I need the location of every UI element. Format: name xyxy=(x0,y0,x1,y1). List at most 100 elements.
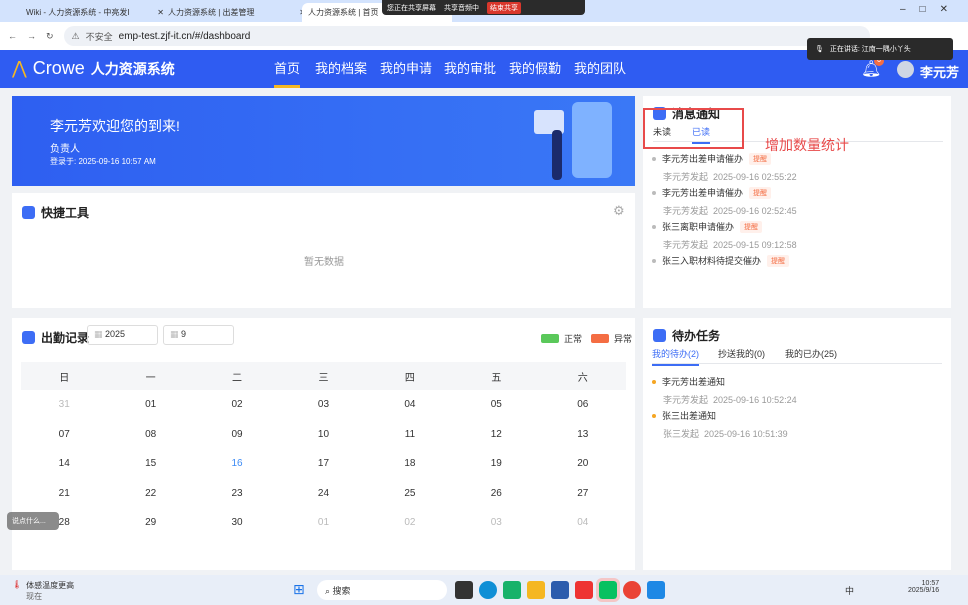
chrome-icon[interactable] xyxy=(623,581,641,599)
weekday-header: 二 xyxy=(193,362,281,390)
message-time: 2025-09-16 02:55:22 xyxy=(713,172,797,182)
calendar-day[interactable]: 05 xyxy=(453,390,539,420)
browser-tab[interactable]: 人力资源系统 | 出差管理✕ xyxy=(162,3,312,22)
tab-done[interactable]: 我的已办(25) xyxy=(785,347,837,360)
back-icon[interactable]: ← xyxy=(8,31,17,41)
mic-icon: 🎙 xyxy=(815,46,824,53)
wechat-icon[interactable] xyxy=(596,578,620,602)
message-from: 李元芳发起 xyxy=(663,206,709,216)
logo[interactable]: ⋀ Crowe 人力资源系统 xyxy=(12,58,175,79)
speaking-indicator: 🎙 正在讲话: 江南一隅小丫头 xyxy=(807,38,953,60)
calendar-week: 28 29 30 01 02 03 04 xyxy=(21,508,626,538)
calendar-day[interactable]: 04 xyxy=(540,508,626,538)
edge-icon[interactable] xyxy=(479,581,497,599)
thermometer-icon: 🌡 xyxy=(12,580,23,589)
calendar-day[interactable]: 01 xyxy=(107,390,193,420)
calendar-day[interactable]: 25 xyxy=(367,479,453,509)
message-item[interactable]: 张三离职申请催办 提醒 李元芳发起 2025-09-15 09:12:58 xyxy=(652,220,797,251)
calendar-day[interactable]: 21 xyxy=(21,479,107,509)
calendar-day[interactable]: 02 xyxy=(367,508,453,538)
message-item[interactable]: 李元芳出差申请催办 提醒 李元芳发起 2025-09-16 02:55:22 xyxy=(652,152,797,183)
calendar-day[interactable]: 01 xyxy=(280,508,366,538)
folder-icon[interactable] xyxy=(527,581,545,599)
terminal-icon[interactable] xyxy=(455,581,473,599)
nav-team[interactable]: 我的团队 xyxy=(574,50,626,88)
calendar-icon xyxy=(22,331,35,344)
weekday-header: 一 xyxy=(107,362,194,390)
todo-title: 李元芳出差通知 xyxy=(662,377,726,387)
settings-icon[interactable]: ⚙ xyxy=(613,203,625,219)
nav-profile[interactable]: 我的档案 xyxy=(315,50,367,88)
calendar-day[interactable]: 27 xyxy=(540,479,626,509)
calendar-day[interactable]: 23 xyxy=(194,479,280,509)
calendar-day[interactable]: 06 xyxy=(540,390,626,420)
message-title: 张三离职申请催办 xyxy=(662,222,735,232)
legend: 正常 异常 xyxy=(541,332,632,345)
search-label: 搜索 xyxy=(332,586,351,596)
todo-item[interactable]: 张三出差通知 张三发起 2025-09-16 10:51:39 xyxy=(652,409,788,440)
message-item[interactable]: 张三入职材料待提交催办 提醒 xyxy=(652,254,790,282)
calendar-day[interactable]: 08 xyxy=(107,420,193,450)
url-input[interactable]: ⚠ 不安全 emp-test.zjf-it.cn/#/dashboard xyxy=(63,26,870,46)
weekday-header: 三 xyxy=(280,362,367,390)
sharing-text: 您正在共享屏幕 xyxy=(387,4,436,12)
todo-item[interactable]: 李元芳出差通知 李元芳发起 2025-09-16 10:52:24 xyxy=(652,375,797,406)
message-title: 张三入职材料待提交催办 xyxy=(662,256,762,266)
calendar-day[interactable]: 15 xyxy=(107,449,193,479)
calendar-day[interactable]: 02 xyxy=(194,390,280,420)
clock[interactable]: 10:57 2025/9/16 xyxy=(908,580,939,594)
app-icon[interactable] xyxy=(503,581,521,599)
calendar-day[interactable]: 11 xyxy=(367,420,453,450)
illustration-icon xyxy=(522,100,622,184)
chat-hint-text: 说点什么... xyxy=(12,518,46,525)
calendar-day[interactable]: 26 xyxy=(453,479,539,509)
calendar-day[interactable]: 16 xyxy=(194,449,280,479)
calendar-day[interactable]: 09 xyxy=(194,420,280,450)
app-icon[interactable] xyxy=(647,581,665,599)
ime-indicator[interactable]: 中 xyxy=(845,584,854,597)
nav-approvals[interactable]: 我的审批 xyxy=(444,50,496,88)
calendar-day[interactable]: 19 xyxy=(453,449,539,479)
calendar-day[interactable]: 07 xyxy=(21,420,107,450)
welcome-banner: 李元芳欢迎您的到来! 负责人 登录于: 2025-09-16 10:57 AM xyxy=(12,96,635,186)
nav-leave[interactable]: 我的假勤 xyxy=(509,50,561,88)
nav-applications[interactable]: 我的申请 xyxy=(380,50,432,88)
calendar-day[interactable]: 13 xyxy=(540,420,626,450)
calendar-day[interactable]: 18 xyxy=(367,449,453,479)
forward-icon[interactable]: → xyxy=(27,31,36,41)
calendar-day[interactable]: 22 xyxy=(107,479,193,509)
calendar-week: 14 15 16 17 18 19 20 xyxy=(21,449,626,479)
year-picker[interactable]: ▦ 2025 xyxy=(87,325,158,345)
message-item[interactable]: 李元芳出差申请催办 提醒 李元芳发起 2025-09-16 02:52:45 xyxy=(652,186,797,217)
calendar-day[interactable]: 31 xyxy=(21,390,107,420)
message-from: 李元芳发起 xyxy=(663,240,709,250)
weather-widget[interactable]: 🌡 体感温度更高 现在 xyxy=(12,580,74,602)
nav-home[interactable]: 首页 xyxy=(274,50,301,88)
calendar-day[interactable]: 10 xyxy=(280,420,366,450)
calendar-day[interactable]: 20 xyxy=(540,449,626,479)
windows-start-icon[interactable]: ⊞ xyxy=(293,581,305,598)
calendar-day[interactable]: 24 xyxy=(280,479,366,509)
calendar-day[interactable]: 30 xyxy=(194,508,280,538)
calendar-day[interactable]: 12 xyxy=(453,420,539,450)
user-name[interactable]: 李元芳 xyxy=(920,62,959,81)
calendar-day[interactable]: 04 xyxy=(367,390,453,420)
grid-icon xyxy=(22,206,35,219)
end-share-button[interactable]: 结束共享 xyxy=(487,1,521,14)
taskbar-search[interactable]: ⌕ 搜索 xyxy=(317,580,447,600)
window-controls[interactable]: –□✕ xyxy=(900,4,962,15)
wps-icon[interactable] xyxy=(575,581,593,599)
calendar-day[interactable]: 03 xyxy=(453,508,539,538)
calendar-day[interactable]: 17 xyxy=(280,449,366,479)
tab-cc[interactable]: 抄送我的(0) xyxy=(718,347,765,360)
calendar-week: 07 08 09 10 11 12 13 xyxy=(21,420,626,450)
calendar-day[interactable]: 03 xyxy=(280,390,366,420)
word-icon[interactable] xyxy=(551,581,569,599)
calendar-day[interactable]: 29 xyxy=(107,508,193,538)
avatar[interactable] xyxy=(897,61,914,78)
browser-tab[interactable]: Wiki - 人力资源系统 - 中亮发I ✕ xyxy=(20,3,170,22)
month-picker[interactable]: ▦ 9 xyxy=(163,325,234,345)
reload-icon[interactable]: ↻ xyxy=(46,31,54,42)
chat-input-hint[interactable]: 说点什么... xyxy=(7,512,59,530)
calendar-day[interactable]: 14 xyxy=(21,449,107,479)
